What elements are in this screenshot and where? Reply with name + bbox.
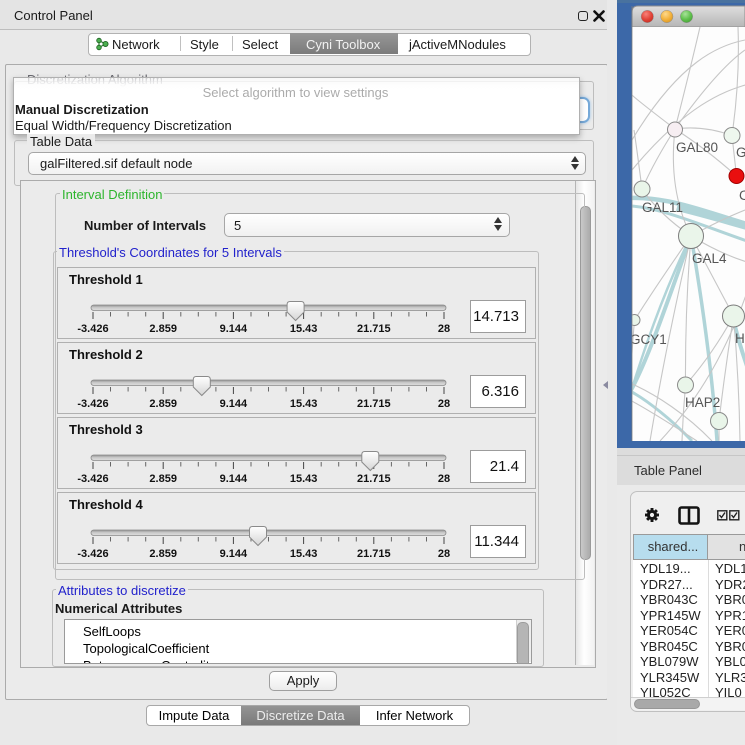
svg-text:21.715: 21.715 xyxy=(357,473,391,485)
svg-text:GAL11: GAL11 xyxy=(642,200,683,215)
svg-text:C: C xyxy=(739,188,745,203)
svg-text:GA: GA xyxy=(736,145,745,160)
svg-text:21.715: 21.715 xyxy=(357,548,391,560)
svg-text:GAL4: GAL4 xyxy=(692,251,727,266)
svg-text:H: H xyxy=(735,331,745,346)
svg-text:2.859: 2.859 xyxy=(149,548,177,560)
svg-text:28: 28 xyxy=(438,473,450,485)
svg-text:-3.426: -3.426 xyxy=(77,548,108,560)
svg-text:15.43: 15.43 xyxy=(290,473,318,485)
svg-text:9.144: 9.144 xyxy=(220,548,248,560)
svg-text:15.43: 15.43 xyxy=(290,398,318,410)
svg-text:2.859: 2.859 xyxy=(149,323,177,335)
svg-text:9.144: 9.144 xyxy=(220,398,248,410)
svg-text:21.715: 21.715 xyxy=(357,398,391,410)
svg-text:HAP2: HAP2 xyxy=(685,395,720,410)
svg-text:21.715: 21.715 xyxy=(357,323,391,335)
svg-text:28: 28 xyxy=(438,398,450,410)
svg-text:9.144: 9.144 xyxy=(220,323,248,335)
svg-text:28: 28 xyxy=(438,548,450,560)
svg-text:2.859: 2.859 xyxy=(149,473,177,485)
svg-text:28: 28 xyxy=(438,323,450,335)
svg-text:15.43: 15.43 xyxy=(290,548,318,560)
svg-text:-3.426: -3.426 xyxy=(77,323,108,335)
svg-text:GAL80: GAL80 xyxy=(676,140,718,155)
svg-text:9.144: 9.144 xyxy=(220,473,248,485)
svg-text:2.859: 2.859 xyxy=(149,398,177,410)
svg-text:GCY1: GCY1 xyxy=(630,332,667,347)
svg-text:15.43: 15.43 xyxy=(290,323,318,335)
svg-text:-3.426: -3.426 xyxy=(77,473,108,485)
svg-text:-3.426: -3.426 xyxy=(77,398,108,410)
